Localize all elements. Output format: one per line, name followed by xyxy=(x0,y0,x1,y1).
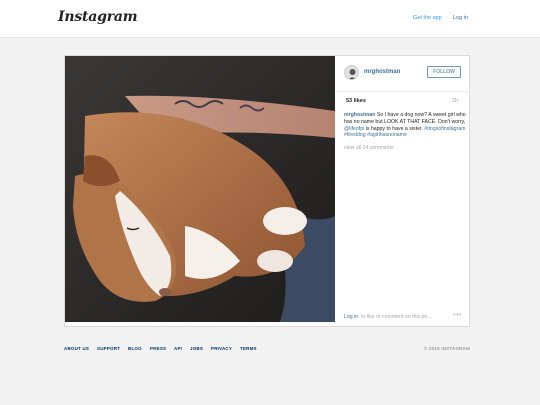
top-navigation-bar: Instagram Get the app Log in xyxy=(0,0,540,38)
view-all-comments-link[interactable]: view all 24 comments xyxy=(344,145,394,151)
more-options-icon[interactable]: ••• xyxy=(453,312,462,319)
comment-prompt: to like or comment on this po... xyxy=(361,314,432,320)
caption-text-2: is happy to have a sister. xyxy=(364,125,425,132)
caption-mention[interactable]: @lifeofpi xyxy=(344,126,364,132)
post-header: mrghostman FOLLOW xyxy=(336,56,470,92)
footer-link-jobs[interactable]: JOBS xyxy=(190,346,203,351)
follow-button[interactable]: FOLLOW xyxy=(427,66,461,78)
footer-link-press[interactable]: PRESS xyxy=(150,346,166,351)
copyright-notice: © 2015 INSTAGRAM xyxy=(424,346,470,351)
instagram-logo[interactable]: Instagram xyxy=(58,9,138,25)
get-the-app-link[interactable]: Get the app xyxy=(413,15,442,21)
post-caption: mrghostman So I have a dog now? A sweet … xyxy=(344,112,468,139)
page-footer: ABOUT US SUPPORT BLOG PRESS API JOBS PRI… xyxy=(64,346,470,356)
post-card: mrghostman FOLLOW 53 likes 2h mrghostman… xyxy=(64,55,470,327)
post-age: 2h xyxy=(451,98,458,104)
caption-username[interactable]: mrghostman xyxy=(344,112,375,118)
post-photo[interactable] xyxy=(65,56,335,322)
likes-count[interactable]: 53 likes xyxy=(346,98,366,104)
footer-link-blog[interactable]: BLOG xyxy=(128,346,142,351)
footer-link-support[interactable]: SUPPORT xyxy=(97,346,120,351)
user-avatar[interactable] xyxy=(344,65,359,80)
comment-login-link[interactable]: Log in xyxy=(344,314,358,320)
footer-link-privacy[interactable]: PRIVACY xyxy=(211,346,232,351)
footer-link-terms[interactable]: TERMS xyxy=(240,346,257,351)
footer-link-about[interactable]: ABOUT US xyxy=(64,346,89,351)
post-username[interactable]: mrghostman xyxy=(364,69,400,75)
comment-bar: Log in to like or comment on this po... … xyxy=(336,310,470,326)
dog-photo-image xyxy=(65,56,335,322)
avatar-image xyxy=(345,66,358,79)
footer-link-api[interactable]: API xyxy=(174,346,182,351)
header-login-link[interactable]: Log in xyxy=(453,15,468,21)
post-sidebar: mrghostman FOLLOW 53 likes 2h mrghostman… xyxy=(336,56,470,326)
